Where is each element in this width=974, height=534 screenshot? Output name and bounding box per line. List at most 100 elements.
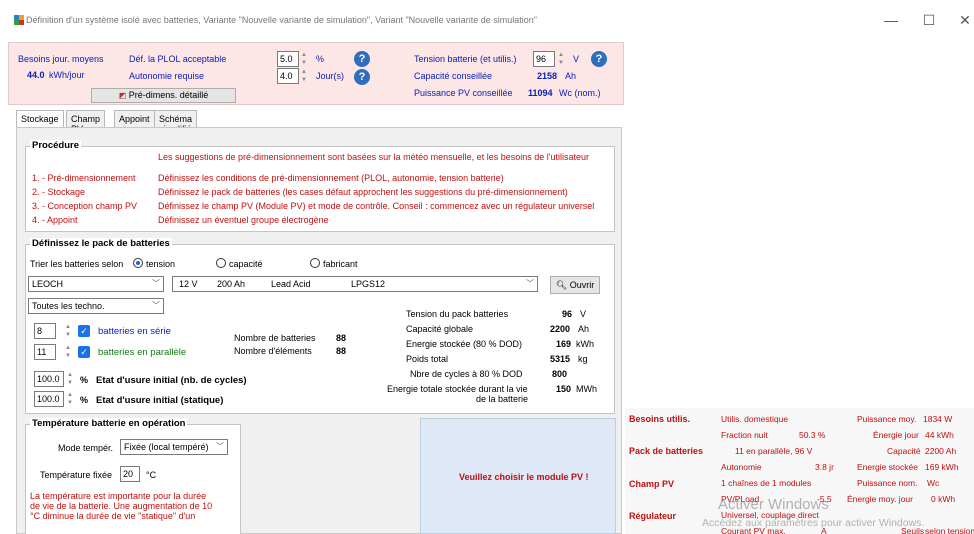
summary-night-value: 50.3 % (799, 430, 826, 440)
summary-capacity-label: Capacité (887, 446, 921, 456)
wear-cycles-stepper[interactable]: ▲ ▼ (66, 371, 74, 387)
wear-cycles-input[interactable]: 100.0 (34, 371, 64, 387)
battery-pack-title: Définissez le pack de batteries (30, 238, 172, 249)
wear-static-stepper[interactable]: ▲ ▼ (66, 391, 74, 407)
temp-mode-select[interactable]: Fixée (local tempéré) ﹀ (120, 439, 228, 455)
predim-detail-label: Pré-dimens. détaillé (128, 90, 209, 100)
procedure-desc-3: Définissez le champ PV (Module PV) et mo… (158, 201, 595, 211)
capacity-advice-unit: Ah (565, 71, 577, 81)
parallel-stepper[interactable]: ▲ ▼ (64, 344, 72, 360)
battery-model-select[interactable]: 12 V 200 Ah Lead Acid LPGS12 ﹀ (172, 276, 538, 292)
procedure-desc-1: Définissez les conditions de pré-dimensi… (158, 173, 504, 183)
plol-input[interactable]: 5.0 (277, 51, 299, 67)
lifetime-label-2: de la batterie (476, 394, 529, 404)
stat-capacity-value: 2200 (550, 324, 571, 334)
temp-note-2: de vie de la batterie. Une augmentation … (30, 501, 213, 511)
autonomy-help-icon[interactable]: ? (354, 69, 370, 85)
chevron-down-icon: ﹀ (216, 442, 224, 451)
stat-cycles-label: Nbre de cycles à 80 % DOD (410, 369, 523, 379)
temp-note-1: La température est importante pour la du… (30, 491, 207, 501)
series-stepper[interactable]: ▲ ▼ (64, 323, 72, 339)
title-bar: Définition d'un système isolé avec batte… (0, 0, 974, 42)
manufacturer-select[interactable]: LEOCH ﹀ (28, 276, 164, 292)
autonomy-unit: Jour(s) (316, 71, 345, 81)
temp-mode-label: Mode tempér. (58, 443, 114, 453)
plol-label: Déf. la PLOL acceptable (129, 54, 227, 64)
nb-batteries-value: 88 (336, 333, 347, 343)
tech-filter-select[interactable]: Toutes les techno. ﹀ (28, 298, 164, 314)
tab-stockage[interactable]: Stockage (16, 110, 64, 128)
pv-warning-panel: Veuillez choisir le module PV ! (420, 418, 616, 534)
summary-pv-config: 1 chaînes de 1 modules (721, 478, 812, 488)
stat-cycles-value: 800 (552, 369, 568, 379)
plol-stepper[interactable]: ▲ ▼ (300, 51, 308, 67)
temperature-group: Température batterie en opération Mode t… (25, 418, 241, 534)
stat-voltage-value: 96 (562, 309, 573, 319)
chevron-down-icon: ﹀ (152, 301, 160, 310)
pv-warning-text: Veuillez choisir le module PV ! (459, 472, 589, 482)
voltage-help-icon[interactable]: ? (591, 51, 607, 67)
tab-champ-pv[interactable]: Champ PV (66, 110, 106, 134)
autonomy-label: Autonomie requise (129, 71, 205, 81)
parallel-input[interactable]: 11 (34, 344, 56, 360)
summary-capacity-value: 2200 Ah (925, 446, 957, 456)
nb-elements-label: Nombre d'éléments (234, 346, 312, 356)
temp-fixed-input[interactable]: 20 (120, 466, 140, 482)
stat-weight-unit: kg (578, 354, 588, 364)
wear-static-unit: % (80, 395, 89, 405)
summary-day-energy-value: 44 kWh (925, 430, 954, 440)
stat-weight-label: Poids total (406, 354, 449, 364)
wear-static-label: Etat d'usure initial (statique) (96, 395, 224, 406)
capacity-advice-label: Capacité conseillée (414, 71, 493, 81)
close-button[interactable]: ✕ (950, 10, 974, 30)
stat-capacity-unit: Ah (578, 324, 590, 334)
nb-elements-value: 88 (336, 346, 347, 356)
predim-detail-button[interactable]: ◩ Pré-dimens. détaillé (91, 88, 236, 103)
wear-static-input[interactable]: 100.0 (34, 391, 64, 407)
model-tech: Lead Acid (271, 279, 311, 289)
model-capacity: 200 Ah (217, 279, 246, 289)
summary-reg-title: Régulateur (629, 511, 677, 521)
procedure-desc-4: Définissez un éventuel groupe électrogèn… (158, 215, 329, 225)
tab-schema[interactable]: Schéma simplifié (154, 110, 198, 134)
stat-weight-value: 5315 (550, 354, 571, 364)
voltage-input[interactable]: 96 (533, 51, 555, 67)
voltage-stepper[interactable]: ▲ ▼ (557, 51, 565, 67)
sort-radio-tension[interactable]: tension (133, 258, 175, 269)
series-input[interactable]: 8 (34, 323, 56, 339)
pv-power-advice-value: 11094 (528, 88, 553, 98)
daily-needs-unit: kWh/jour (49, 70, 85, 80)
chevron-down-icon: ﹀ (152, 279, 160, 288)
tab-appoint[interactable]: Appoint (114, 110, 155, 127)
sort-radio-capacite[interactable]: capacité (216, 258, 263, 269)
maximize-button[interactable]: ☐ (914, 10, 944, 30)
summary-night-label: Fraction nuit (721, 430, 768, 440)
series-checkbox[interactable]: ✓ (78, 325, 90, 337)
summary-stored-value: 169 kWh (925, 462, 959, 472)
stat-voltage-unit: V (580, 309, 587, 319)
plol-unit: % (316, 54, 325, 64)
procedure-step-4: 4. - Appoint (32, 215, 78, 225)
temp-fixed-label: Température fixée (40, 470, 113, 480)
stat-energy-unit: kWh (576, 339, 594, 349)
lifetime-value: 150 (556, 384, 572, 394)
wear-cycles-unit: % (80, 375, 89, 385)
temperature-title: Température batterie en opération (30, 418, 188, 429)
radio-icon (133, 258, 143, 268)
autonomy-input[interactable]: 4.0 (277, 68, 299, 84)
parallel-checkbox[interactable]: ✓ (78, 346, 90, 358)
summary-avg-power-value: 1834 W (923, 414, 953, 424)
search-icon: 🔍︎ (555, 280, 568, 290)
parallel-label: batteries en parallèle (98, 347, 187, 358)
sort-radio-fabricant[interactable]: fabricant (310, 258, 358, 269)
tech-filter-value: Toutes les techno. (32, 301, 105, 311)
autonomy-stepper[interactable]: ▲ ▼ (300, 68, 308, 84)
temp-note-3: °C diminue la durée de vie "statique" d'… (30, 511, 196, 521)
minimize-button[interactable]: — (876, 10, 906, 30)
plol-help-icon[interactable]: ? (354, 51, 370, 67)
procedure-step-2: 2. - Stockage (32, 187, 86, 197)
manufacturer-value: LEOCH (32, 279, 64, 289)
open-button[interactable]: 🔍︎ Ouvrir (550, 276, 600, 294)
predimensioning-panel: Besoins jour. moyens 44.0 kWh/jour Déf. … (8, 42, 624, 105)
radio-icon (216, 258, 226, 268)
